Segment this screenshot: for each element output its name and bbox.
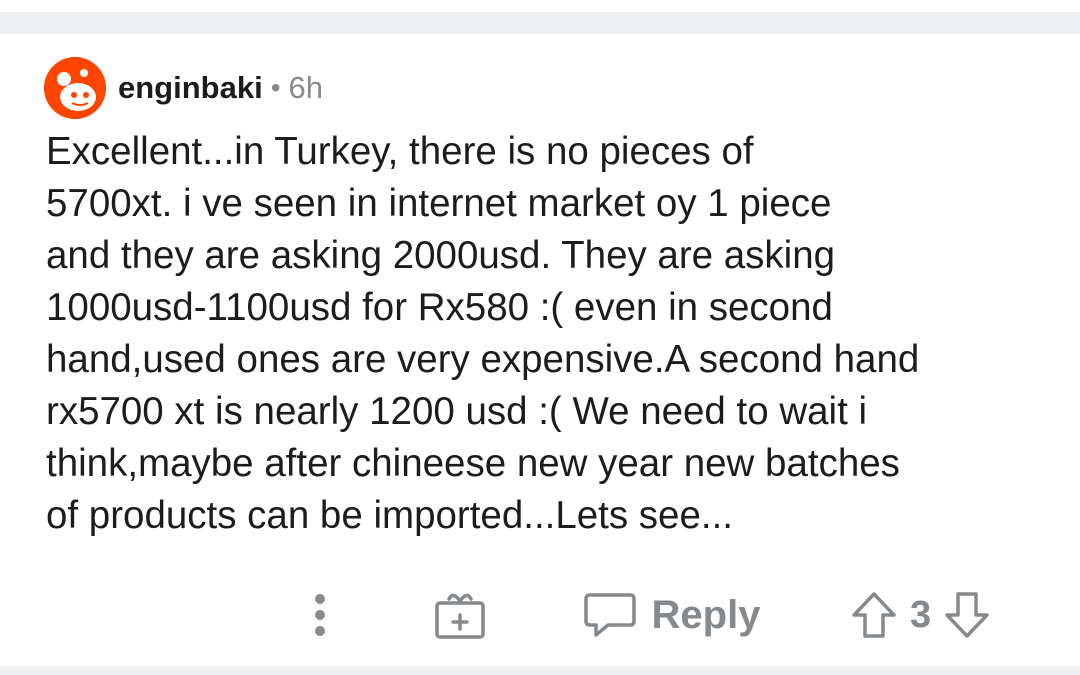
more-options-button[interactable] [300,587,340,643]
comment-age: 6h [288,70,323,105]
comment-action-bar: Reply 3 [0,579,1080,649]
comment-card: enginbaki • 6h Excellent...in Turkey, th… [0,34,1080,666]
previous-item-edge [0,0,1080,12]
more-vertical-icon [315,594,325,636]
meta-separator: • [270,72,281,103]
comment-body: Excellent...in Turkey, there is no piece… [46,130,920,537]
vote-controls: 3 [850,587,1040,643]
award-button[interactable] [424,587,494,643]
arrow-up-icon[interactable] [850,589,898,641]
arrow-down-icon[interactable] [943,589,991,641]
gift-award-icon [435,593,485,639]
reply-label: Reply [651,592,761,637]
top-divider [0,0,1080,34]
user-avatar[interactable] [44,57,106,119]
speech-bubble-icon [583,593,636,637]
comment-header: enginbaki • 6h [44,56,323,120]
comment-author[interactable]: enginbaki [118,70,263,106]
reply-button[interactable]: Reply [566,587,776,643]
bottom-divider [0,666,1080,675]
vote-score: 3 [910,593,932,636]
reddit-snoo-avatar-icon [44,57,106,119]
